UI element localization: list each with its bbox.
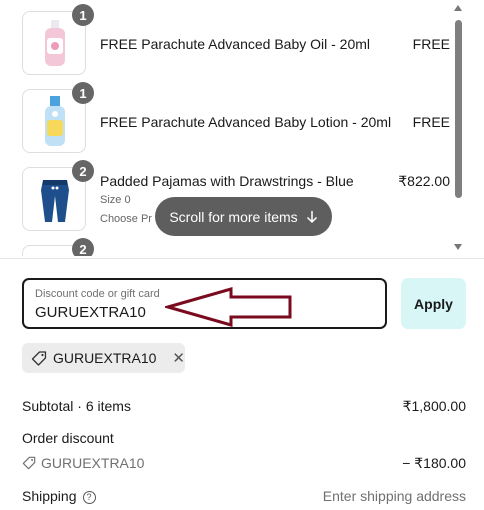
subtotal-label: Subtotal · 6 items bbox=[22, 398, 131, 414]
tag-icon bbox=[31, 350, 47, 366]
item-title: FREE Parachute Advanced Baby Lotion - 20… bbox=[100, 114, 392, 130]
scroll-up-arrow-icon[interactable] bbox=[454, 5, 462, 11]
quantity-badge: 2 bbox=[72, 238, 94, 256]
item-title: FREE Parachute Advanced Baby Oil - 20ml bbox=[100, 36, 371, 52]
help-icon[interactable]: ? bbox=[82, 490, 96, 504]
order-discount-label: Order discount bbox=[22, 430, 114, 446]
list-item: 1 FREE Parachute Advanced Baby Oil - 20m… bbox=[22, 4, 462, 75]
pointer-arrow-annotation bbox=[165, 287, 292, 327]
item-price: FREE bbox=[412, 114, 450, 130]
item-note: Choose Pr bbox=[100, 213, 152, 225]
scrollbar-thumb[interactable] bbox=[455, 20, 462, 198]
order-discount-code-label: GURUEXTRA10 bbox=[41, 455, 145, 471]
scrollbar[interactable] bbox=[453, 0, 464, 256]
remove-discount-close-icon[interactable]: ✕ bbox=[172, 349, 185, 367]
order-discount-code: GURUEXTRA10 bbox=[22, 455, 144, 471]
list-item: 2 bbox=[22, 238, 462, 256]
shipping-value: Enter shipping address bbox=[322, 488, 466, 504]
quantity-badge: 2 bbox=[72, 160, 94, 182]
cart-items-list[interactable]: 1 FREE Parachute Advanced Baby Oil - 20m… bbox=[0, 0, 484, 256]
item-price: ₹822.00 bbox=[398, 173, 450, 189]
scroll-hint-label: Scroll for more items bbox=[169, 208, 298, 225]
scroll-down-arrow-icon[interactable] bbox=[454, 244, 462, 250]
order-discount-value: − ₹180.00 bbox=[402, 455, 466, 471]
apply-button[interactable]: Apply bbox=[401, 278, 466, 329]
applied-code-label: GURUEXTRA10 bbox=[52, 350, 157, 366]
quantity-badge: 1 bbox=[72, 4, 94, 26]
quantity-badge: 1 bbox=[72, 82, 94, 104]
item-price: FREE bbox=[412, 36, 450, 52]
tag-icon bbox=[22, 456, 36, 470]
applied-discount-chip: GURUEXTRA10 ✕ bbox=[22, 343, 185, 373]
discount-field-label: Discount code or gift card bbox=[35, 288, 160, 300]
discount-field-value[interactable]: GURUEXTRA10 bbox=[35, 304, 146, 321]
item-title: Padded Pajamas with Drawstrings - Blue bbox=[100, 173, 354, 189]
list-item: 1 FREE Parachute Advanced Baby Lotion - … bbox=[22, 82, 462, 153]
item-size: Size 0 bbox=[100, 194, 131, 206]
shipping-label: Shipping bbox=[22, 488, 77, 504]
arrow-down-icon bbox=[306, 210, 317, 223]
scroll-for-more-button[interactable]: Scroll for more items bbox=[155, 197, 332, 236]
divider bbox=[0, 258, 484, 259]
shipping-row: Shipping? bbox=[22, 488, 96, 504]
subtotal-value: ₹1,800.00 bbox=[402, 398, 466, 414]
